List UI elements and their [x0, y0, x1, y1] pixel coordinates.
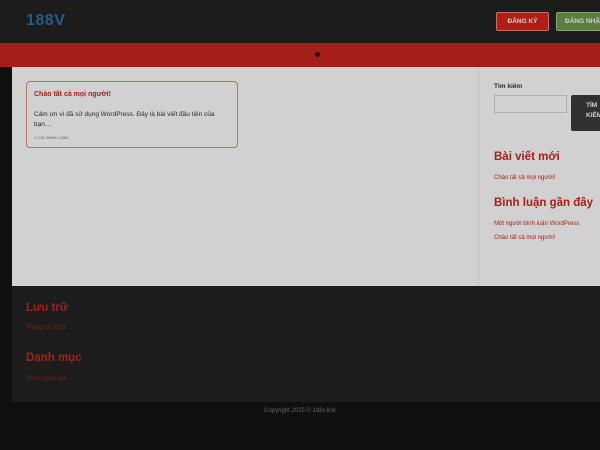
search-button-label-line1: TÌM — [586, 102, 598, 109]
search-button[interactable]: TÌM KIẾM — [571, 95, 600, 131]
search-input[interactable] — [494, 95, 567, 113]
archive-link[interactable]: Tháng 10 2025 — [26, 325, 66, 331]
site-logo[interactable]: 188V — [26, 12, 65, 30]
post-title-link[interactable]: Chào tất cả mọi người! — [34, 91, 111, 98]
register-button[interactable]: ĐĂNG KÝ — [496, 12, 549, 31]
post-excerpt: Cảm ơn vì đã sử dụng WordPress. Đây là b… — [34, 111, 215, 128]
site-header: 188V ĐĂNG KÝ ĐĂNG NHẬP — [0, 0, 600, 43]
recent-comment-post-link[interactable]: Chào tất cả mọi người! — [494, 235, 555, 241]
recent-posts-title: Bài viết mới — [494, 151, 560, 163]
category-link[interactable]: Chưa phân loại — [26, 376, 67, 382]
search-button-label-line2: KIẾM — [586, 112, 600, 119]
login-button[interactable]: ĐĂNG NHẬP — [556, 12, 600, 31]
copyright-text: Copyright 2025 © 188v.link — [264, 408, 336, 414]
post-comments-link[interactable]: 1 Các bình luận — [34, 135, 68, 140]
archives-title: Lưu trữ — [26, 302, 69, 314]
categories-title: Danh mục — [26, 352, 82, 364]
post-card: Chào tất cả mọi người! Cảm ơn vì đã sử d… — [26, 81, 238, 148]
recent-comment-author-link[interactable]: Một người bình luận WordPress — [494, 221, 579, 227]
site-footer: Lưu trữ Tháng 10 2025 Danh mục Chưa phân… — [12, 286, 600, 402]
main-content: Chào tất cả mọi người! Cảm ơn vì đã sử d… — [12, 67, 600, 286]
dot-menu-icon[interactable] — [315, 52, 320, 57]
search-label: Tìm kiếm — [494, 83, 523, 90]
main-navigation-bar — [0, 43, 600, 67]
page: 188V ĐĂNG KÝ ĐĂNG NHẬP Chào tất cả mọi n… — [0, 0, 600, 450]
recent-comments-title: Bình luận gần đây — [494, 197, 594, 209]
recent-post-link[interactable]: Chào tất cả mọi người! — [494, 175, 555, 181]
sidebar: Tìm kiếm TÌM KIẾM Bài viết mới Chào tất … — [478, 67, 600, 286]
